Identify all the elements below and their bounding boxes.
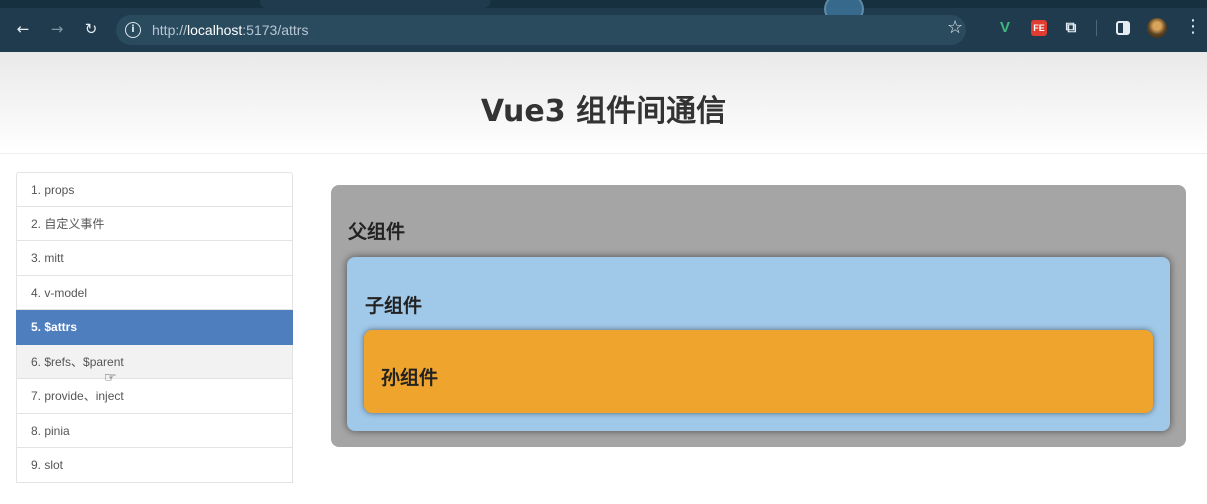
sidebar-nav: 1. props 2. 自定义事件 3. mitt 4. v-model 5. … — [16, 172, 293, 483]
hand-cursor-icon: ☞ — [104, 370, 117, 386]
nav-item-mitt[interactable]: 3. mitt — [16, 241, 293, 276]
grandchild-component: 孙组件 — [364, 330, 1153, 413]
extensions-puzzle-icon[interactable]: ⧉ — [1063, 20, 1079, 36]
browser-toolbar: ← → ↻ i http://localhost:5173/attrs ☆ V … — [0, 0, 1207, 52]
nav-item-slot[interactable]: 9. slot — [16, 448, 293, 483]
browser-menu-icon[interactable]: ⋮ — [1184, 17, 1202, 37]
parent-component: 父组件 子组件 孙组件 — [331, 185, 1186, 447]
back-arrow-icon[interactable]: ← — [14, 20, 32, 38]
child-component: 子组件 孙组件 — [347, 257, 1170, 431]
nav-item-pinia[interactable]: 8. pinia — [16, 413, 293, 448]
vue-devtools-icon[interactable]: V — [997, 20, 1013, 36]
child-component-title: 子组件 — [365, 295, 423, 317]
tab-strip — [0, 0, 1207, 8]
bookmark-star-icon[interactable]: ☆ — [947, 19, 963, 37]
fe-helper-icon[interactable]: FE — [1031, 20, 1047, 36]
parent-component-title: 父组件 — [348, 221, 406, 243]
nav-item-attrs[interactable]: 5. $attrs — [16, 310, 293, 345]
forward-arrow-icon[interactable]: → — [48, 20, 66, 38]
url-host: localhost — [187, 22, 243, 38]
nav-item-custom-event[interactable]: 2. 自定义事件 — [16, 206, 293, 241]
url-path: :5173/attrs — [242, 22, 309, 38]
toolbar-divider — [1096, 20, 1097, 36]
page-header: Vue3 组件间通信 — [0, 52, 1207, 154]
profile-avatar[interactable] — [1147, 18, 1167, 38]
info-icon[interactable]: i — [125, 22, 141, 38]
page-title: Vue3 组件间通信 — [480, 94, 727, 129]
address-bar[interactable]: i http://localhost:5173/attrs — [116, 15, 966, 45]
active-tab[interactable] — [260, 0, 490, 8]
side-panel-icon[interactable] — [1116, 21, 1130, 35]
grandchild-component-title: 孙组件 — [381, 367, 439, 389]
nav-item-refs-parent[interactable]: 6. $refs、$parent — [16, 344, 293, 379]
nav-item-props[interactable]: 1. props — [16, 172, 293, 207]
reload-icon[interactable]: ↻ — [82, 20, 100, 38]
url-scheme: http:// — [152, 22, 188, 38]
nav-item-v-model[interactable]: 4. v-model — [16, 275, 293, 310]
nav-item-provide-inject[interactable]: 7. provide、inject — [16, 379, 293, 414]
url-text[interactable]: http://localhost:5173/attrs — [152, 22, 308, 38]
